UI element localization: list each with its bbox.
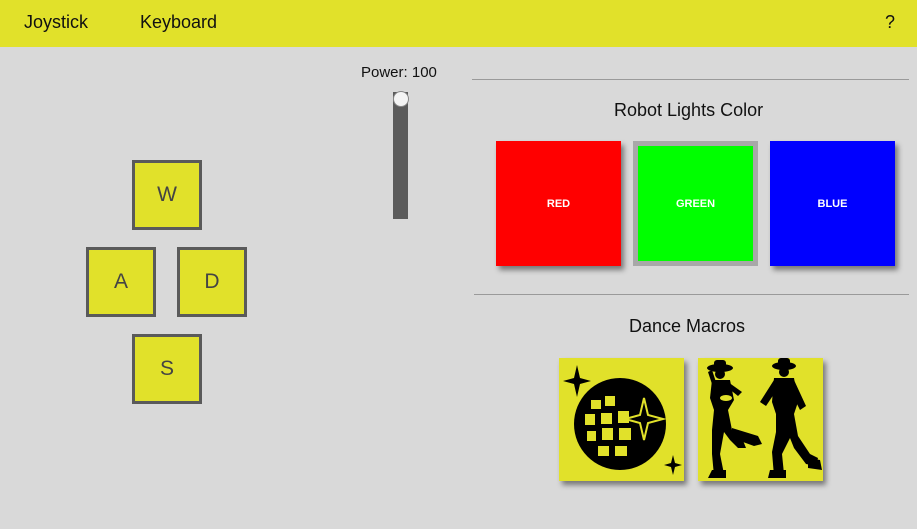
- blue-light-button[interactable]: BLUE: [770, 141, 895, 266]
- power-slider-track[interactable]: [393, 92, 408, 219]
- divider-top: [472, 79, 909, 80]
- disco-ball-icon: [563, 365, 682, 475]
- key-d-button[interactable]: D: [177, 247, 247, 317]
- key-w-button[interactable]: W: [132, 160, 202, 230]
- top-navigation-bar: Joystick Keyboard ?: [0, 0, 917, 47]
- power-slider-thumb[interactable]: [393, 91, 409, 107]
- tab-keyboard[interactable]: Keyboard: [140, 12, 217, 32]
- dance-macros-title: Dance Macros: [629, 316, 746, 336]
- cowboy-dancers-icon: [707, 358, 822, 478]
- help-button[interactable]: ?: [885, 12, 895, 33]
- key-a-button[interactable]: A: [86, 247, 156, 317]
- tab-joystick[interactable]: Joystick: [24, 12, 88, 32]
- divider-middle: [474, 294, 909, 295]
- cowboy-dance-macro-button[interactable]: [698, 358, 823, 481]
- green-light-button[interactable]: GREEN: [633, 141, 758, 266]
- red-light-button[interactable]: RED: [496, 141, 621, 266]
- disco-macro-button[interactable]: [559, 358, 684, 481]
- key-s-button[interactable]: S: [132, 334, 202, 404]
- robot-lights-title: Robot Lights Color: [614, 100, 764, 120]
- power-label: Power: 100: [361, 64, 437, 81]
